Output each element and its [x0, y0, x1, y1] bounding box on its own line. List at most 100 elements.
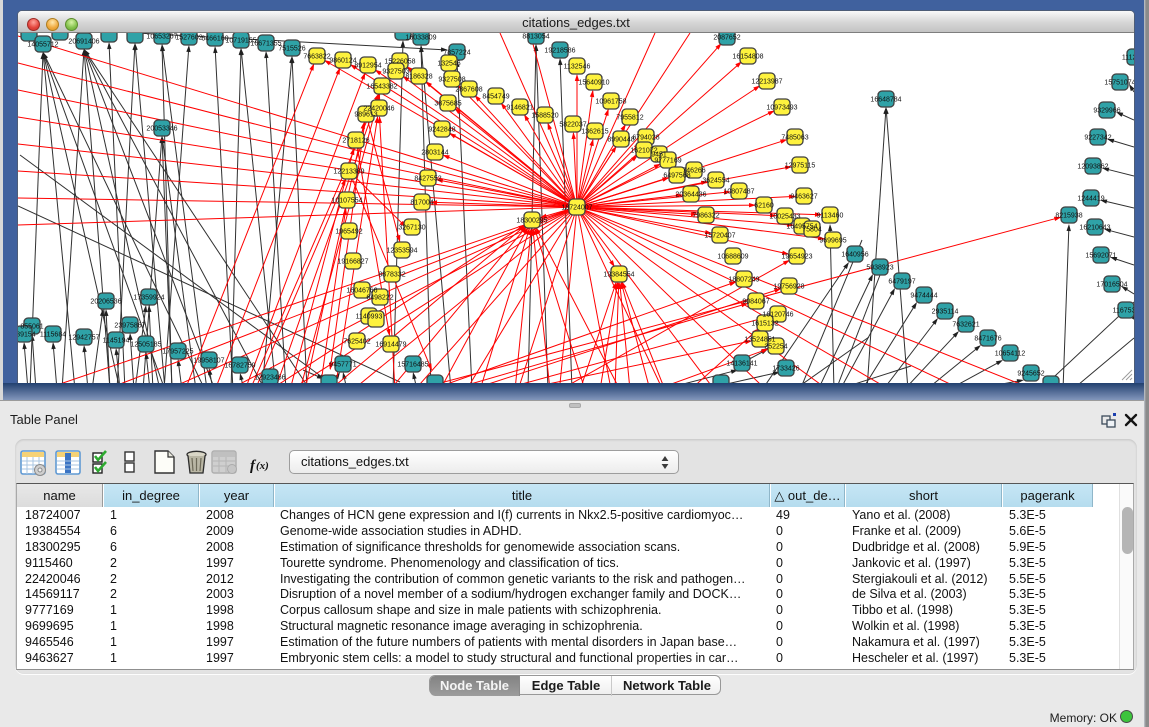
svg-text:(x): (x)	[256, 460, 269, 472]
svg-text:9457771: 9457771	[329, 362, 356, 369]
svg-text:9242848: 9242848	[428, 127, 455, 134]
svg-text:18300295: 18300295	[516, 218, 547, 225]
svg-text:9699695: 9699695	[819, 238, 846, 245]
svg-text:7986322: 7986322	[692, 213, 719, 220]
svg-text:15692071: 15692071	[1085, 253, 1116, 260]
svg-text:939154: 939154	[18, 332, 36, 339]
svg-text:16046766: 16046766	[346, 288, 377, 295]
svg-text:1244419: 1244419	[1077, 196, 1104, 203]
svg-text:13524851: 13524851	[744, 337, 775, 344]
svg-text:2803144: 2803144	[421, 150, 448, 157]
svg-text:12505185: 12505185	[130, 342, 161, 349]
svg-text:7632621: 7632621	[952, 322, 979, 329]
svg-text:19756928: 19756928	[773, 284, 804, 291]
svg-text:8186328: 8186328	[405, 74, 432, 81]
svg-text:252254: 252254	[764, 344, 787, 351]
svg-text:12213389: 12213389	[333, 169, 364, 176]
svg-text:15720407: 15720407	[704, 233, 735, 240]
svg-text:1640956: 1640956	[841, 252, 868, 259]
svg-text:16648784: 16648784	[870, 97, 901, 104]
svg-text:2935114: 2935114	[932, 309, 959, 316]
svg-text:23975867: 23975867	[114, 323, 145, 330]
svg-text:7515526: 7515526	[278, 46, 305, 53]
svg-text:16671355: 16671355	[250, 41, 281, 48]
svg-text:10025433: 10025433	[769, 214, 800, 221]
svg-text:1615132: 1615132	[751, 321, 778, 328]
svg-text:16543382: 16543382	[366, 84, 397, 91]
svg-text:20364436: 20364436	[675, 192, 706, 199]
svg-text:10973493: 10973493	[766, 105, 797, 112]
svg-text:5938923: 5938923	[866, 265, 893, 272]
svg-text:17957225: 17957225	[162, 349, 193, 356]
svg-text:1167534: 1167534	[1113, 308, 1134, 315]
svg-text:5822037: 5822037	[559, 122, 586, 129]
svg-text:10107554: 10107554	[331, 198, 362, 205]
svg-text:8454749: 8454749	[482, 94, 509, 101]
svg-text:12942757: 12942757	[68, 335, 99, 342]
svg-text:1132546: 1132546	[564, 64, 591, 71]
svg-text:3267130: 3267130	[398, 225, 425, 232]
svg-text:1588520: 1588520	[531, 113, 558, 120]
svg-text:12213987: 12213987	[751, 79, 782, 86]
svg-text:9463627: 9463627	[790, 194, 817, 201]
svg-text:12353594: 12353594	[386, 248, 417, 255]
svg-text:9146821: 9146821	[506, 105, 533, 112]
svg-text:19218586: 19218586	[544, 48, 575, 55]
svg-text:16120746: 16120746	[762, 312, 793, 319]
svg-text:1965492: 1965492	[335, 229, 362, 236]
svg-text:15640910: 15640910	[578, 80, 609, 87]
svg-text:9474444: 9474444	[910, 293, 937, 300]
svg-text:10807487: 10807487	[723, 189, 754, 196]
svg-text:855061: 855061	[20, 324, 43, 331]
svg-text:9327508: 9327508	[438, 77, 465, 84]
svg-text:2087652: 2087652	[713, 35, 740, 42]
svg-text:7625402: 7625402	[343, 339, 370, 346]
svg-text:9113460: 9113460	[817, 213, 844, 220]
svg-text:6479197: 6479197	[888, 279, 915, 286]
svg-text:19958107: 19958107	[193, 358, 224, 365]
svg-text:989613: 989613	[354, 112, 377, 119]
svg-text:18807249: 18807249	[728, 277, 759, 284]
svg-text:1527602: 1527602	[175, 35, 202, 42]
svg-text:2718126: 2718126	[342, 138, 369, 145]
svg-text:7857224: 7857224	[443, 50, 470, 57]
svg-text:20053346: 20053346	[146, 126, 177, 133]
svg-text:20206536: 20206536	[90, 299, 121, 306]
svg-text:8427552: 8427552	[414, 176, 441, 183]
svg-text:3875685: 3875685	[434, 101, 461, 108]
svg-text:16914479: 16914479	[375, 342, 406, 349]
svg-text:817004: 817004	[410, 200, 433, 207]
svg-text:8471676: 8471676	[974, 336, 1001, 343]
svg-text:19654923: 19654923	[781, 254, 812, 261]
svg-text:7485063: 7485063	[781, 135, 808, 142]
svg-text:15751074: 15751074	[1104, 80, 1134, 87]
svg-text:9084067: 9084067	[742, 299, 769, 306]
svg-text:10961758: 10961758	[595, 99, 626, 106]
svg-text:9860124: 9860124	[329, 58, 356, 65]
svg-text:1733426: 1733426	[772, 366, 799, 373]
svg-text:1140993: 1140993	[356, 314, 383, 321]
svg-text:16154808: 16154808	[732, 54, 763, 61]
svg-text:9245652: 9245652	[1017, 371, 1044, 378]
svg-text:14055712: 14055712	[27, 42, 58, 49]
svg-text:7955812: 7955812	[616, 115, 643, 122]
svg-text:12975115: 12975115	[785, 163, 816, 170]
svg-text:18724007: 18724007	[561, 205, 592, 212]
svg-text:8912954: 8912954	[354, 63, 381, 70]
svg-text:7663822: 7663822	[303, 54, 330, 61]
svg-text:9329966: 9329966	[1093, 108, 1120, 115]
svg-text:746266: 746266	[682, 168, 705, 175]
svg-text:17016504: 17016504	[1096, 282, 1127, 289]
svg-text:22420046: 22420046	[363, 106, 394, 113]
svg-text:16033809: 16033809	[405, 35, 436, 42]
svg-text:1112436: 1112436	[1122, 55, 1134, 62]
svg-text:1362615: 1362615	[581, 129, 608, 136]
svg-text:132546: 132546	[437, 61, 460, 68]
svg-text:9777169: 9777169	[654, 158, 681, 165]
svg-text:16782759: 16782759	[224, 363, 255, 370]
svg-text:12923466: 12923466	[254, 375, 285, 382]
svg-text:1145194: 1145194	[103, 338, 130, 345]
svg-text:8813054: 8813054	[522, 34, 549, 41]
svg-text:16210643: 16210643	[1079, 225, 1110, 232]
svg-text:3624554: 3624554	[702, 178, 729, 185]
